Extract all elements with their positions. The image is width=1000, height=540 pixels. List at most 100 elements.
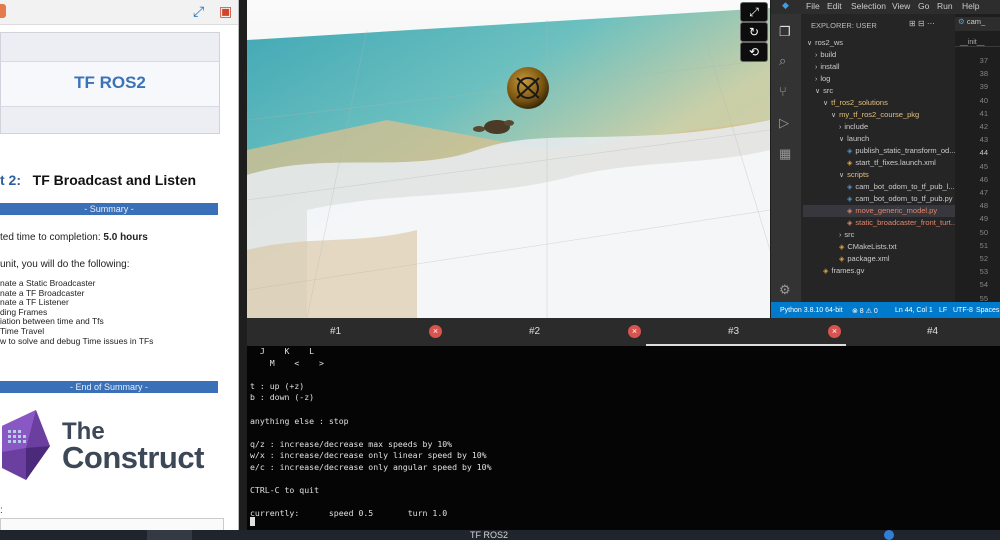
terminal-tabbar <box>247 318 1000 346</box>
file-tree-item[interactable]: › log <box>803 73 955 85</box>
close-icon[interactable]: × <box>628 325 641 338</box>
line-number: 44 <box>979 148 988 158</box>
file-tree-item[interactable]: ∨ scripts <box>803 169 955 181</box>
file-tree-label: cam_bot_odom_to_tf_pub_l... <box>855 182 955 191</box>
new-file-icon[interactable]: ⊞ <box>909 19 916 28</box>
reset-view-button[interactable]: ⟲ <box>740 42 768 62</box>
menu-help[interactable]: Help <box>962 1 979 11</box>
file-tree-item[interactable]: ∨ launch <box>803 133 955 145</box>
file-tree-label: move_generic_model.py <box>855 206 938 215</box>
file-tree-item[interactable]: ∨ src <box>803 85 955 97</box>
simulation-viewport[interactable] <box>247 0 770 318</box>
file-tree-item[interactable]: › install <box>803 61 955 73</box>
file-tree-item[interactable]: ◈ move_generic_model.py <box>803 205 955 217</box>
terminal-line: M < > <box>250 357 324 368</box>
chevron-right-icon: › <box>815 64 818 71</box>
python-interpreter[interactable]: Python 3.8.10 64-bit <box>780 307 843 314</box>
line-number: 48 <box>979 201 988 211</box>
close-icon[interactable]: × <box>429 325 442 338</box>
extensions-icon[interactable]: ▦ <box>779 146 791 162</box>
file-tree-label: include <box>844 122 869 131</box>
tab-terminal-2[interactable]: #2 <box>529 326 540 337</box>
completion-value: 5.0 hours <box>103 232 148 243</box>
file-tree-label: package.xml <box>847 254 890 263</box>
file-tree-item[interactable]: ◈ frames.gv <box>803 265 955 277</box>
file-tree-item[interactable]: ◈ cam_bot_odom_to_tf_pub.py <box>803 193 955 205</box>
explorer-icon[interactable]: ❐ <box>779 24 791 40</box>
menu-edit[interactable]: Edit <box>827 1 842 11</box>
chevron-right-icon: › <box>815 52 818 59</box>
menu-file[interactable]: File <box>806 1 820 11</box>
list-item: w to solve and debug Time issues in TFs <box>0 335 154 346</box>
file-tree-item[interactable]: ∨ ros2_ws <box>803 37 955 49</box>
line-number: 41 <box>979 108 988 118</box>
indentation[interactable]: Spaces <box>976 307 999 314</box>
rotate-icon: ↻ <box>748 25 760 39</box>
new-folder-icon[interactable]: ⊟ <box>918 19 925 28</box>
line-number: 47 <box>979 188 988 197</box>
file-icon: ◈ <box>839 256 845 263</box>
tab-terminal-4[interactable]: #4 <box>927 326 938 337</box>
line-number: 53 <box>979 267 988 277</box>
unit-intro: unit, you will do the following: <box>0 259 130 270</box>
breadcrumb: __init__ <box>960 39 985 46</box>
file-tree-item[interactable]: ◈ cam_bot_odom_to_tf_pub_l... <box>803 181 955 193</box>
file-tree-item[interactable]: ∨ my_tf_ros2_course_pkg <box>803 109 955 121</box>
file-tree-item[interactable]: ◈ package.xml <box>803 253 955 265</box>
line-number: 52 <box>979 254 988 263</box>
terminal-cursor <box>250 517 255 526</box>
search-icon[interactable]: ⌕ <box>779 53 786 69</box>
file-tree-item[interactable]: ◈ publish_static_transform_od... <box>803 145 955 157</box>
line-number: 42 <box>979 122 988 131</box>
menu-go[interactable]: Go <box>918 1 929 11</box>
terminal-line: b : down (-z) <box>250 392 315 403</box>
file-icon: ◈ <box>847 208 853 215</box>
terminal-line: CTRL-C to quit <box>250 485 320 496</box>
line-number: 46 <box>979 174 988 184</box>
close-icon[interactable]: × <box>828 325 841 338</box>
file-tree-item[interactable]: ◈ CMakeLists.txt <box>803 241 955 253</box>
problems-count[interactable]: ⊗ 8 ⚠ 0 <box>852 307 878 315</box>
terminal-line: t : up (+z) <box>250 380 305 391</box>
taskbar-item[interactable] <box>147 530 192 540</box>
file-tree-item[interactable]: ◈ start_tf_fixes.launch.xml <box>803 157 955 169</box>
file-tree-item[interactable]: ∨ tf_ros2_solutions <box>803 97 955 109</box>
vscode-logo-icon: ◆ <box>782 0 789 10</box>
notification-icon[interactable] <box>884 530 894 540</box>
chevron-down-icon: ∨ <box>823 100 829 107</box>
gear-icon[interactable]: ⚙ <box>779 282 791 298</box>
encoding[interactable]: UTF-8 <box>953 307 973 314</box>
logo-text-construct: Construct <box>62 440 204 475</box>
terminal-line: J K L <box>250 346 315 356</box>
cursor-position[interactable]: Ln 44, Col 1 <box>895 307 933 314</box>
tab-terminal-3[interactable]: #3 <box>728 326 739 337</box>
menu-run[interactable]: Run <box>937 1 953 11</box>
menu-selection[interactable]: Selection <box>851 1 886 11</box>
fullscreen-button[interactable]: ⤢ <box>740 2 768 22</box>
line-number: 49 <box>979 214 988 224</box>
file-tree-item[interactable]: › src <box>803 229 955 241</box>
editor-tab[interactable]: ⚙ cam_ <box>955 17 1000 31</box>
file-icon: ◈ <box>847 220 853 227</box>
chevron-down-icon: ∨ <box>815 88 821 95</box>
more-icon[interactable]: ⋯ <box>927 19 935 28</box>
taskbar-window-title[interactable]: TF ROS2 <box>470 530 508 540</box>
line-number: 51 <box>979 240 988 250</box>
terminal-line: w/x : increase/decrease only linear spee… <box>250 450 487 461</box>
rotate-button[interactable]: ↻ <box>740 22 768 42</box>
menu-view[interactable]: View <box>892 1 910 11</box>
line-ending[interactable]: LF <box>939 307 947 314</box>
file-tree-label: launch <box>847 134 870 143</box>
chevron-down-icon: ∨ <box>807 40 813 47</box>
file-tree-item[interactable]: › include <box>803 121 955 133</box>
file-tree-item[interactable]: ◈ static_broadcaster_front_turt... <box>803 217 957 229</box>
tab-terminal-1[interactable]: #1 <box>330 326 341 337</box>
expand-icon[interactable]: ⤢ <box>193 3 204 20</box>
slides-icon[interactable]: ▣ <box>219 3 232 20</box>
run-debug-icon[interactable]: ▷ <box>779 115 789 131</box>
source-control-icon[interactable]: ⑂ <box>779 84 787 99</box>
line-number: 37 <box>979 56 988 65</box>
file-tree-item[interactable]: › build <box>803 49 955 61</box>
